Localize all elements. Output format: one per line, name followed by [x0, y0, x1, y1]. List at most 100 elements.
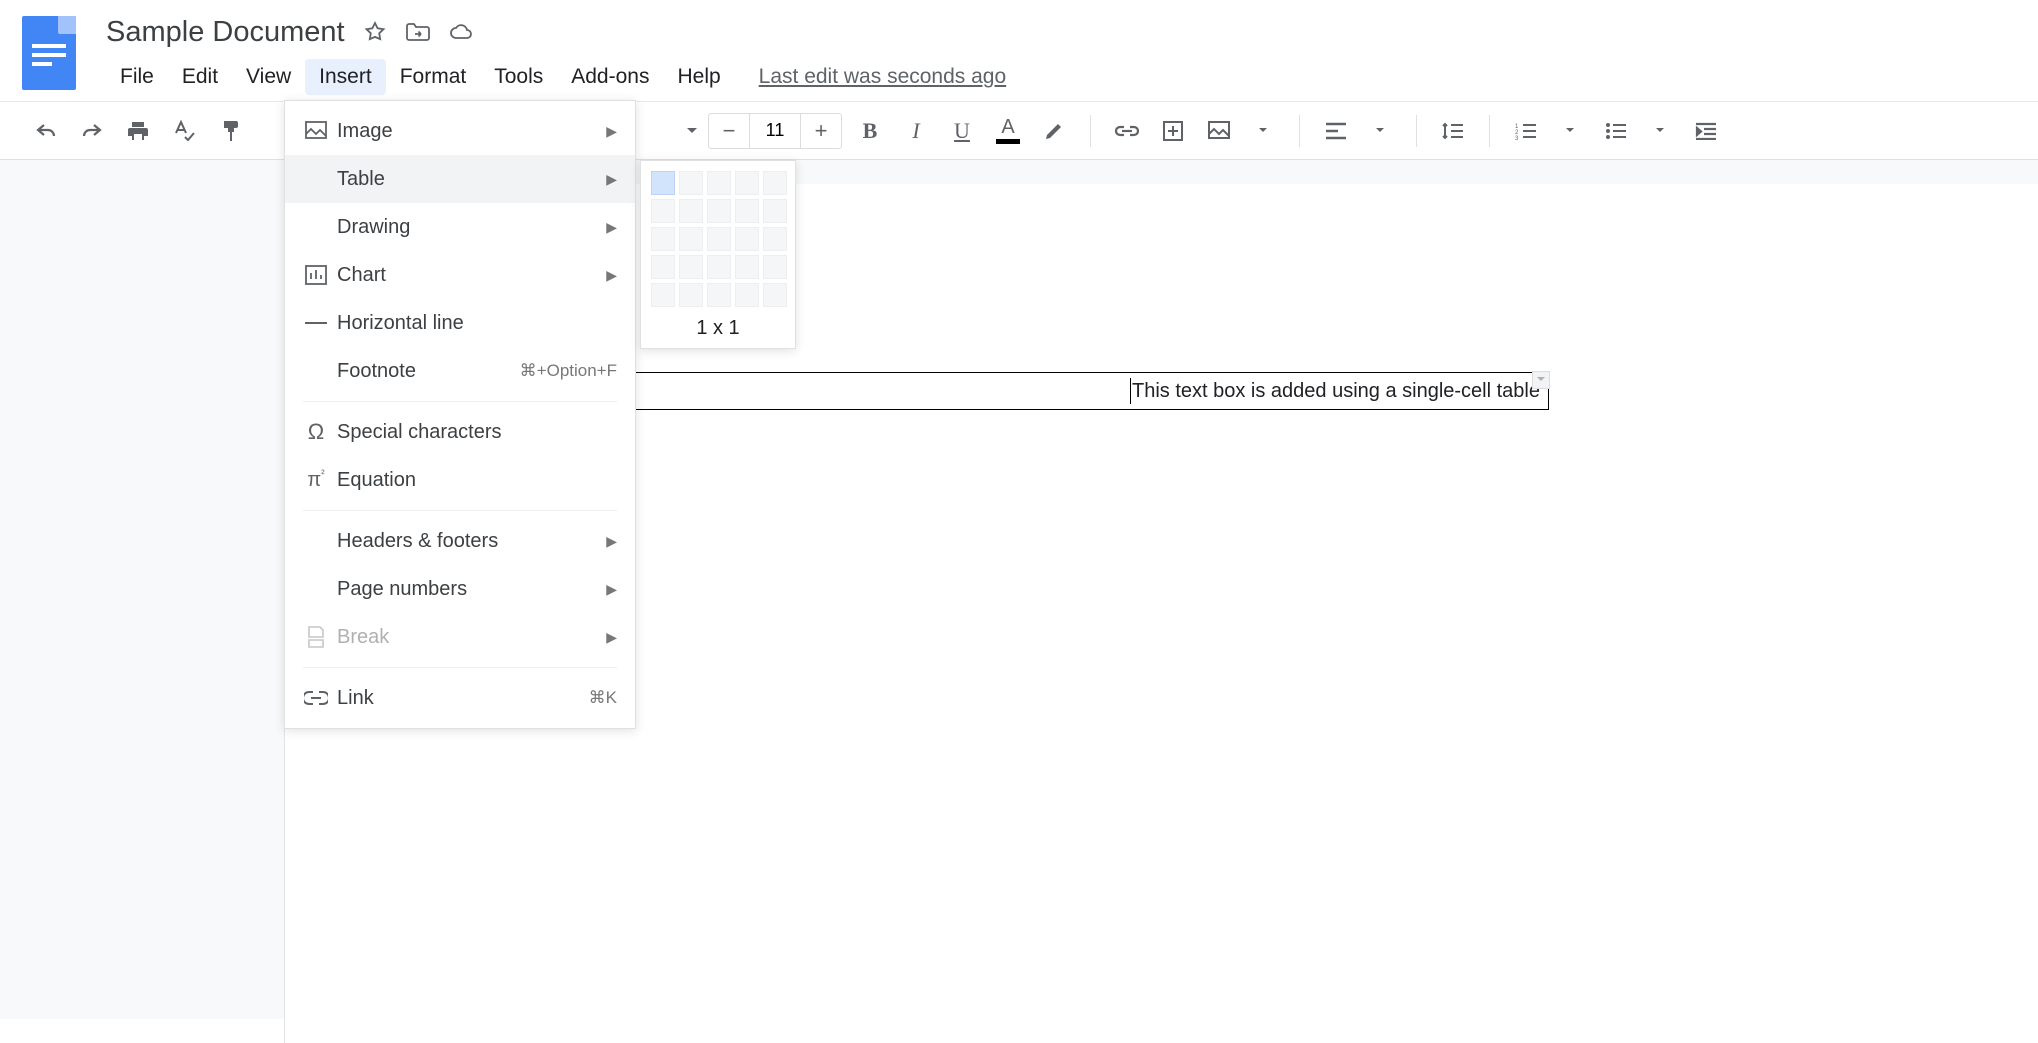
- insert-headers-item[interactable]: Headers & footers ▶: [285, 517, 635, 565]
- table-grid-cell[interactable]: [735, 283, 759, 307]
- menu-help[interactable]: Help: [663, 59, 734, 95]
- insert-image-caret-icon[interactable]: [1245, 113, 1281, 149]
- table-grid-cell[interactable]: [735, 255, 759, 279]
- highlight-button[interactable]: [1036, 113, 1072, 149]
- line-spacing-button[interactable]: [1435, 113, 1471, 149]
- document-title[interactable]: Sample Document: [106, 16, 345, 49]
- spellcheck-button[interactable]: [166, 113, 202, 149]
- insert-headers-label: Headers & footers: [333, 530, 606, 553]
- submenu-arrow-icon: ▶: [606, 629, 617, 646]
- insert-special-item[interactable]: Ω Special characters: [285, 408, 635, 456]
- table-grid-cell[interactable]: [679, 227, 703, 251]
- chart-icon: [299, 265, 333, 285]
- insert-image-item[interactable]: Image ▶: [285, 107, 635, 155]
- link-shortcut: ⌘K: [589, 688, 617, 708]
- table-grid-cell[interactable]: [763, 171, 787, 195]
- menu-format[interactable]: Format: [386, 59, 481, 95]
- font-size-input[interactable]: [749, 114, 801, 148]
- insert-chart-item[interactable]: Chart ▶: [285, 251, 635, 299]
- table-grid-cell[interactable]: [651, 171, 675, 195]
- table-grid-cell[interactable]: [707, 199, 731, 223]
- menu-insert[interactable]: Insert: [305, 59, 386, 95]
- undo-button[interactable]: [28, 113, 64, 149]
- submenu-arrow-icon: ▶: [606, 581, 617, 598]
- link-icon: [299, 691, 333, 705]
- bold-button[interactable]: B: [852, 113, 888, 149]
- insert-special-label: Special characters: [333, 421, 617, 444]
- cell-text: This text box is added using a single-ce…: [1132, 380, 1540, 403]
- align-button[interactable]: [1318, 113, 1354, 149]
- table-cell-handle-icon[interactable]: [1532, 371, 1550, 389]
- table-size-flyout: 1 x 1: [640, 160, 796, 349]
- text-color-button[interactable]: A: [990, 113, 1026, 149]
- table-grid-cell[interactable]: [763, 283, 787, 307]
- menu-tools[interactable]: Tools: [480, 59, 557, 95]
- table-grid-cell[interactable]: [679, 283, 703, 307]
- table-grid-cell[interactable]: [735, 199, 759, 223]
- table-grid-cell[interactable]: [651, 255, 675, 279]
- submenu-arrow-icon: ▶: [606, 171, 617, 188]
- bulleted-list-button[interactable]: [1598, 113, 1634, 149]
- numbered-list-caret-icon[interactable]: [1552, 113, 1588, 149]
- numbered-list-button[interactable]: 123: [1508, 113, 1544, 149]
- table-grid-cell[interactable]: [679, 199, 703, 223]
- insert-link-item[interactable]: Link ⌘K: [285, 674, 635, 722]
- redo-button[interactable]: [74, 113, 110, 149]
- font-size-decrease-button[interactable]: −: [709, 114, 749, 148]
- table-grid-cell[interactable]: [735, 171, 759, 195]
- table-grid-cell[interactable]: [763, 255, 787, 279]
- underline-button[interactable]: U: [944, 113, 980, 149]
- table-grid-cell[interactable]: [707, 283, 731, 307]
- font-size-increase-button[interactable]: +: [801, 114, 841, 148]
- submenu-arrow-icon: ▶: [606, 123, 617, 140]
- table-grid-cell[interactable]: [651, 199, 675, 223]
- bulleted-list-caret-icon[interactable]: [1642, 113, 1678, 149]
- submenu-arrow-icon: ▶: [606, 219, 617, 236]
- table-grid-cell[interactable]: [707, 255, 731, 279]
- insert-footnote-item[interactable]: Footnote ⌘+Option+F: [285, 347, 635, 395]
- pi-icon: π²: [299, 469, 333, 492]
- insert-link-button[interactable]: [1109, 113, 1145, 149]
- font-size-control: − +: [708, 113, 842, 149]
- table-grid-cell[interactable]: [651, 283, 675, 307]
- image-icon: [299, 121, 333, 141]
- insert-comment-button[interactable]: [1155, 113, 1191, 149]
- insert-image-button[interactable]: [1201, 113, 1237, 149]
- menu-file[interactable]: File: [106, 59, 168, 95]
- hline-icon: [299, 320, 333, 326]
- table-grid-cell[interactable]: [735, 227, 759, 251]
- table-grid-cell[interactable]: [679, 171, 703, 195]
- italic-button[interactable]: I: [898, 113, 934, 149]
- decrease-indent-button[interactable]: [1688, 113, 1724, 149]
- insert-drawing-label: Drawing: [333, 216, 606, 239]
- move-icon[interactable]: [405, 21, 431, 43]
- table-grid-cell[interactable]: [763, 227, 787, 251]
- table-size-grid[interactable]: [651, 171, 785, 307]
- insert-pagenums-label: Page numbers: [333, 578, 606, 601]
- print-button[interactable]: [120, 113, 156, 149]
- menu-addons[interactable]: Add-ons: [557, 59, 663, 95]
- menu-edit[interactable]: Edit: [168, 59, 232, 95]
- align-caret-icon[interactable]: [1362, 113, 1398, 149]
- break-icon: [299, 626, 333, 648]
- insert-drawing-item[interactable]: Drawing ▶: [285, 203, 635, 251]
- star-icon[interactable]: [363, 20, 387, 44]
- table-grid-cell[interactable]: [763, 199, 787, 223]
- last-edit-link[interactable]: Last edit was seconds ago: [759, 65, 1007, 89]
- table-grid-cell[interactable]: [679, 255, 703, 279]
- submenu-arrow-icon: ▶: [606, 267, 617, 284]
- insert-pagenums-item[interactable]: Page numbers ▶: [285, 565, 635, 613]
- paint-format-button[interactable]: [212, 113, 248, 149]
- cloud-status-icon[interactable]: [449, 22, 475, 42]
- font-family-dropdown[interactable]: [668, 113, 698, 149]
- insert-hline-item[interactable]: Horizontal line: [285, 299, 635, 347]
- docs-logo: [22, 16, 76, 90]
- text-cursor: [1130, 378, 1131, 404]
- table-grid-cell[interactable]: [707, 171, 731, 195]
- menu-view[interactable]: View: [232, 59, 305, 95]
- table-grid-cell[interactable]: [651, 227, 675, 251]
- insert-equation-item[interactable]: π² Equation: [285, 456, 635, 504]
- table-grid-cell[interactable]: [707, 227, 731, 251]
- insert-table-item[interactable]: Table ▶: [285, 155, 635, 203]
- svg-text:3: 3: [1515, 136, 1519, 140]
